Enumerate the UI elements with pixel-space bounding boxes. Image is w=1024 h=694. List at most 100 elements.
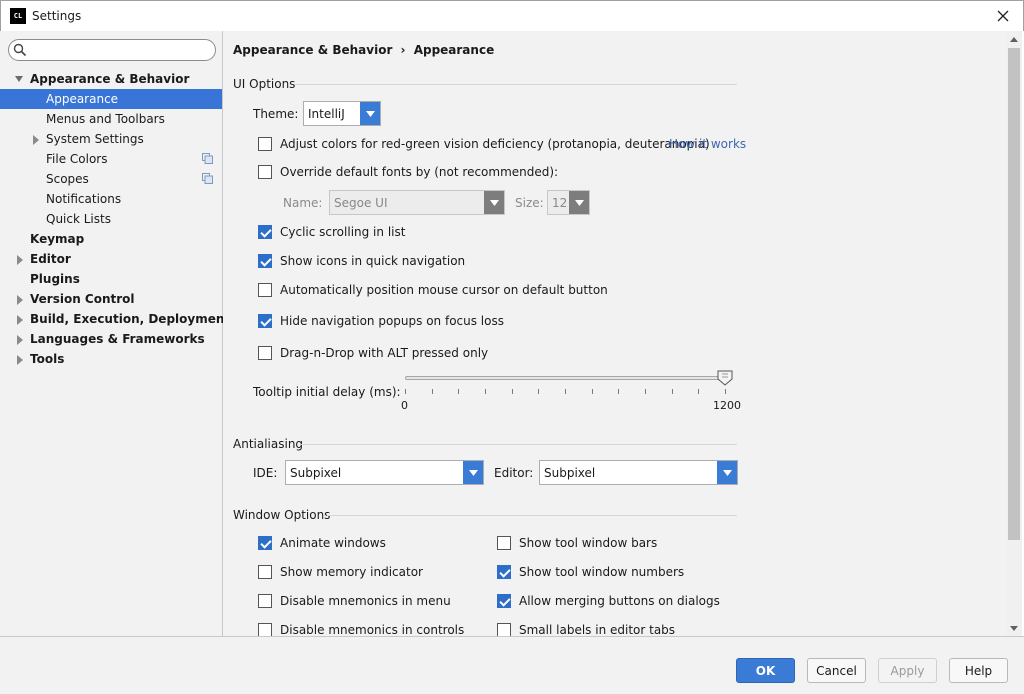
breadcrumb-parent: Appearance & Behavior bbox=[233, 43, 393, 57]
collapsed-arrow-icon[interactable] bbox=[16, 289, 26, 309]
tree-item-build-execution-deployment[interactable]: Build, Execution, Deployment bbox=[0, 309, 230, 329]
checkbox-box[interactable] bbox=[258, 137, 272, 151]
checkbox-label: Show icons in quick navigation bbox=[280, 254, 466, 268]
slider-tick bbox=[592, 389, 593, 394]
search-input[interactable] bbox=[31, 42, 211, 58]
ide-antialiasing-dropdown[interactable]: Subpixel bbox=[285, 460, 484, 485]
checkbox-box[interactable] bbox=[497, 594, 511, 608]
ok-button[interactable]: OK bbox=[736, 658, 795, 683]
checkbox-label: Automatically position mouse cursor on d… bbox=[280, 283, 608, 297]
tree-item-file-colors[interactable]: File Colors bbox=[0, 149, 222, 169]
settings-search-box[interactable] bbox=[8, 39, 216, 61]
tree-item-scopes[interactable]: Scopes bbox=[0, 169, 222, 189]
slider-tick bbox=[432, 389, 433, 394]
checkbox-box[interactable] bbox=[258, 314, 272, 328]
tree-item-quick-lists[interactable]: Quick Lists bbox=[0, 209, 222, 229]
checkbox-label: Show tool window numbers bbox=[519, 565, 685, 579]
tree-item-notifications[interactable]: Notifications bbox=[0, 189, 222, 209]
checkbox-box[interactable] bbox=[258, 165, 272, 179]
font-name-value: Segoe UI bbox=[334, 195, 388, 210]
checkbox-box[interactable] bbox=[497, 565, 511, 579]
project-settings-icon bbox=[202, 153, 213, 164]
tree-label: Quick Lists bbox=[46, 212, 111, 226]
tree-item-appearance-behavior[interactable]: Appearance & Behavior bbox=[0, 69, 222, 89]
show-icons-checkbox[interactable]: Show icons in quick navigation bbox=[258, 252, 465, 270]
scroll-down-arrow-icon[interactable] bbox=[1006, 620, 1022, 636]
checkbox-box[interactable] bbox=[497, 536, 511, 550]
section-divider bbox=[327, 515, 737, 516]
tree-item-keymap[interactable]: Keymap bbox=[0, 229, 222, 249]
show-memory-indicator-checkbox[interactable]: Show memory indicator bbox=[258, 563, 423, 581]
tree-item-editor[interactable]: Editor bbox=[0, 249, 222, 269]
show-tool-window-bars-checkbox[interactable]: Show tool window bars bbox=[497, 534, 657, 552]
search-icon bbox=[13, 43, 27, 57]
checkbox-box[interactable] bbox=[258, 536, 272, 550]
checkbox-label: Adjust colors for red-green vision defic… bbox=[280, 137, 710, 151]
editor-aa-value: Subpixel bbox=[544, 465, 596, 480]
checkbox-box[interactable] bbox=[258, 623, 272, 636]
checkbox-box[interactable] bbox=[497, 623, 511, 636]
tooltip-delay-slider-track[interactable] bbox=[405, 376, 727, 380]
breadcrumb-separator: › bbox=[400, 43, 406, 57]
checkbox-box[interactable] bbox=[258, 565, 272, 579]
show-tool-window-numbers-checkbox[interactable]: Show tool window numbers bbox=[497, 563, 684, 581]
breadcrumb-current: Appearance bbox=[413, 43, 495, 57]
scrollbar-thumb[interactable] bbox=[1008, 48, 1020, 540]
checkbox-label: Cyclic scrolling in list bbox=[280, 225, 406, 239]
tooltip-delay-label: Tooltip initial delay (ms): bbox=[253, 385, 401, 399]
settings-sidebar: Appearance & Behavior Appearance Menus a… bbox=[0, 31, 230, 636]
editor-antialiasing-dropdown[interactable]: Subpixel bbox=[539, 460, 738, 485]
collapsed-arrow-icon[interactable] bbox=[16, 329, 26, 349]
close-window-button[interactable] bbox=[993, 6, 1013, 26]
font-name-dropdown: Segoe UI bbox=[329, 190, 505, 215]
help-button[interactable]: Help bbox=[949, 658, 1008, 683]
theme-value: IntelliJ bbox=[308, 106, 345, 121]
adjust-colors-checkbox[interactable]: Adjust colors for red-green vision defic… bbox=[258, 135, 710, 153]
allow-merging-buttons-checkbox[interactable]: Allow merging buttons on dialogs bbox=[497, 592, 720, 610]
small-labels-editor-tabs-checkbox[interactable]: Small labels in editor tabs bbox=[497, 621, 675, 636]
tree-label: Build, Execution, Deployment bbox=[30, 312, 231, 326]
collapsed-arrow-icon[interactable] bbox=[16, 349, 26, 369]
theme-dropdown[interactable]: IntelliJ bbox=[303, 101, 381, 126]
how-it-works-link[interactable]: How it works bbox=[669, 137, 746, 151]
checkbox-box[interactable] bbox=[258, 594, 272, 608]
disable-mnemonics-controls-checkbox[interactable]: Disable mnemonics in controls bbox=[258, 621, 464, 636]
cancel-button[interactable]: Cancel bbox=[807, 658, 866, 683]
override-fonts-checkbox[interactable]: Override default fonts by (not recommend… bbox=[258, 163, 558, 181]
dropdown-arrow-icon bbox=[484, 191, 504, 214]
tree-label: Appearance & Behavior bbox=[30, 72, 190, 86]
collapsed-arrow-icon[interactable] bbox=[16, 309, 26, 329]
checkbox-box[interactable] bbox=[258, 254, 272, 268]
tree-item-appearance[interactable]: Appearance bbox=[0, 89, 222, 109]
tree-label: Tools bbox=[30, 352, 65, 366]
tree-item-plugins[interactable]: Plugins bbox=[0, 269, 222, 289]
disable-mnemonics-menu-checkbox[interactable]: Disable mnemonics in menu bbox=[258, 592, 451, 610]
apply-button[interactable]: Apply bbox=[878, 658, 937, 683]
cyclic-scrolling-checkbox[interactable]: Cyclic scrolling in list bbox=[258, 223, 405, 241]
content-scrollbar[interactable] bbox=[1006, 31, 1022, 636]
tree-item-languages-frameworks[interactable]: Languages & Frameworks bbox=[0, 329, 222, 349]
checkbox-label: Hide navigation popups on focus loss bbox=[280, 314, 504, 328]
expanded-arrow-icon[interactable] bbox=[14, 69, 24, 89]
checkbox-box[interactable] bbox=[258, 283, 272, 297]
tree-item-version-control[interactable]: Version Control bbox=[0, 289, 222, 309]
tree-label: Appearance bbox=[46, 92, 119, 106]
scroll-up-arrow-icon[interactable] bbox=[1006, 31, 1022, 47]
animate-windows-checkbox[interactable]: Animate windows bbox=[258, 534, 386, 552]
settings-content-panel: Appearance & Behavior › Appearance UI Op… bbox=[223, 31, 1022, 636]
hide-nav-popups-checkbox[interactable]: Hide navigation popups on focus loss bbox=[258, 312, 504, 330]
slider-min-label: 0 bbox=[401, 399, 408, 412]
checkbox-box[interactable] bbox=[258, 225, 272, 239]
collapsed-arrow-icon[interactable] bbox=[32, 129, 42, 149]
font-name-label: Name: bbox=[283, 196, 323, 210]
tree-item-system-settings[interactable]: System Settings bbox=[0, 129, 222, 149]
drag-drop-alt-checkbox[interactable]: Drag-n-Drop with ALT pressed only bbox=[258, 344, 488, 362]
checkbox-box[interactable] bbox=[258, 346, 272, 360]
checkbox-label: Small labels in editor tabs bbox=[519, 623, 676, 636]
auto-position-cursor-checkbox[interactable]: Automatically position mouse cursor on d… bbox=[258, 281, 608, 299]
tooltip-delay-slider-thumb[interactable] bbox=[717, 370, 733, 386]
collapsed-arrow-icon[interactable] bbox=[16, 249, 26, 269]
tree-item-menus-toolbars[interactable]: Menus and Toolbars bbox=[0, 109, 222, 129]
checkbox-label: Show memory indicator bbox=[280, 565, 423, 579]
tree-item-tools[interactable]: Tools bbox=[0, 349, 222, 369]
